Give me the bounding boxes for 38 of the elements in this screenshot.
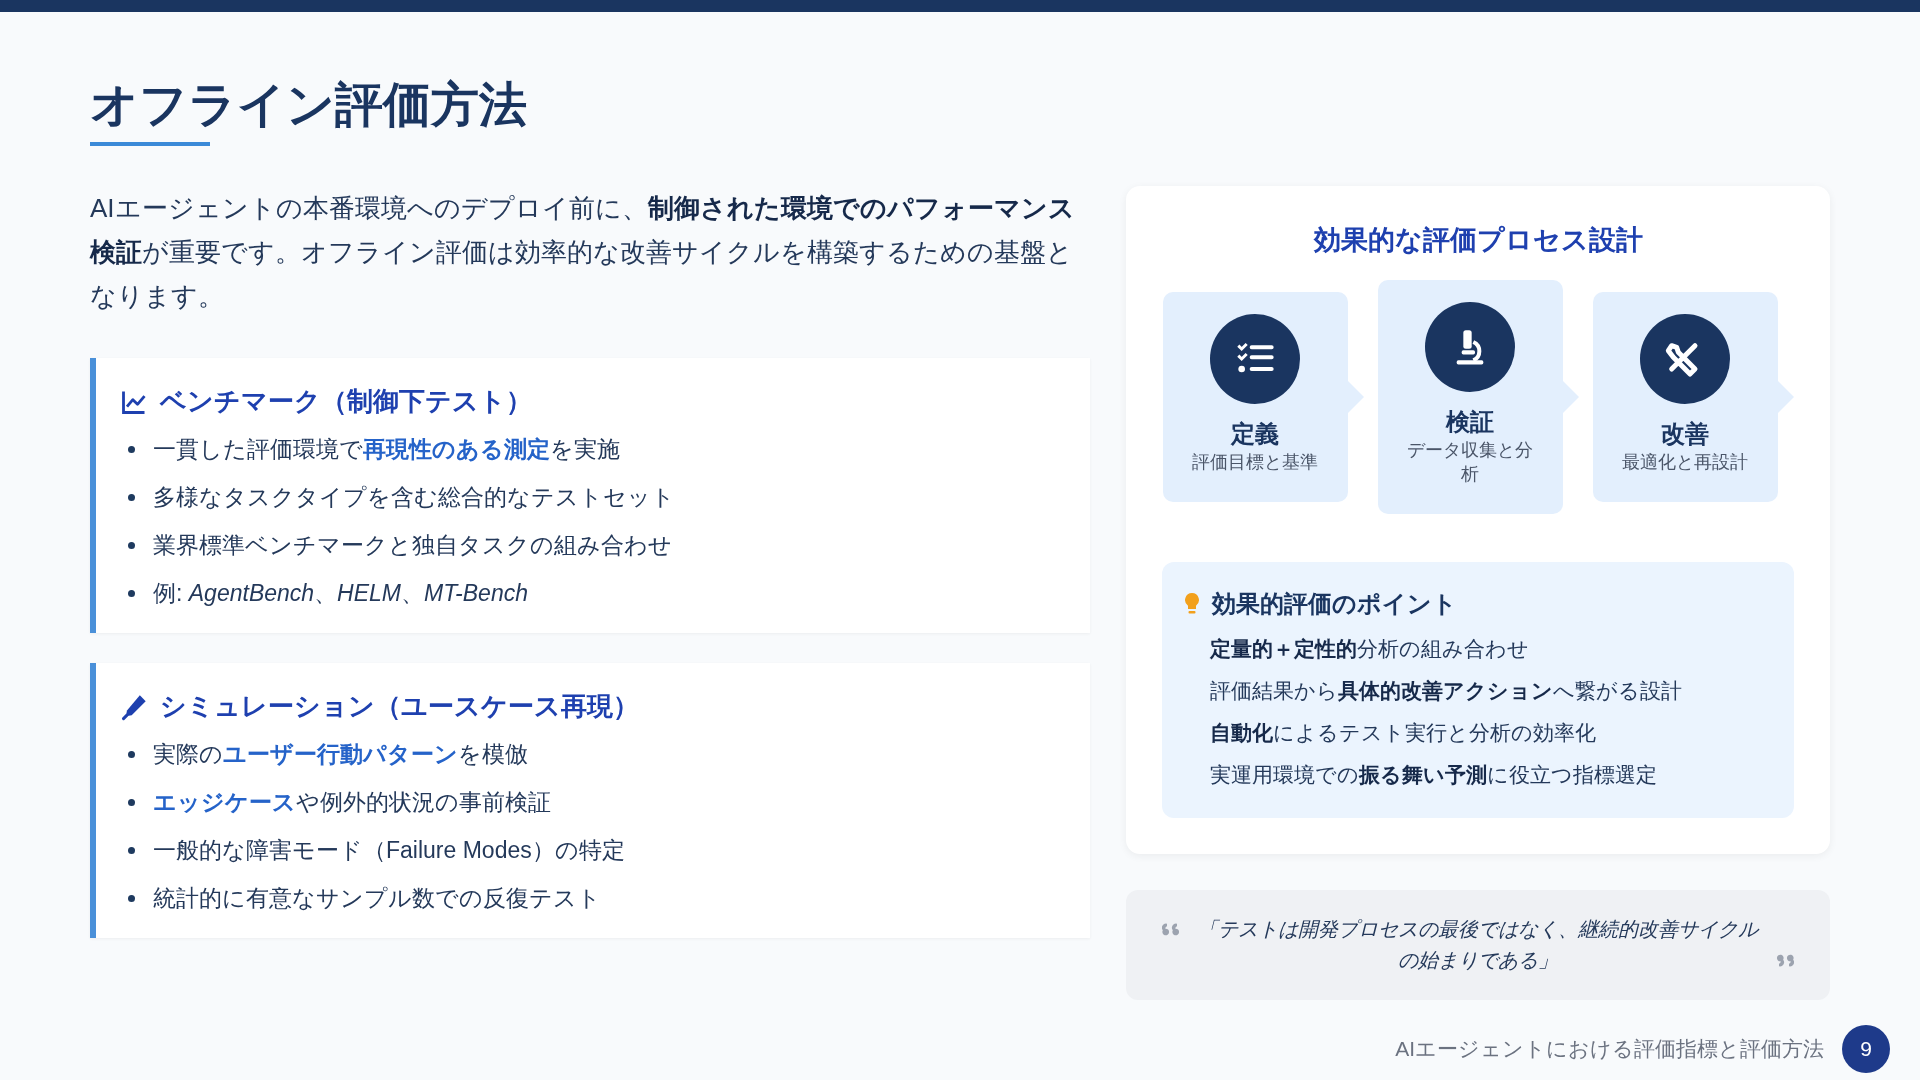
step-description: データ収集と分析 (1406, 439, 1534, 487)
lightbulb-icon (1184, 592, 1200, 617)
bullet-item: 一貫した評価環境で再現性のある測定を実施 (153, 435, 620, 465)
quote-open-icon (1162, 922, 1182, 938)
section-heading: ベンチマーク（制御下テスト） (160, 385, 532, 419)
bullet-dot (128, 445, 135, 453)
tip-item: 自動化によるテスト実行と分析の効率化 (1209, 720, 1597, 747)
step-label: 検証 (1446, 407, 1494, 438)
step-label: 定義 (1231, 419, 1279, 450)
tip-item: 評価結果から具体的改善アクションへ繋がる設計 (1209, 678, 1683, 705)
footer-text: AIエージェントにおける評価指標と評価方法 (1395, 1036, 1824, 1062)
bullet-item: 多様なタスクタイプを含む総合的なテストセット (153, 483, 675, 513)
tips-heading: 効果的評価のポイント (1212, 589, 1457, 620)
bullet-item: 業界標準ベンチマークと独自タスクの組み合わせ (153, 531, 672, 561)
bullet-dot (128, 750, 135, 758)
bullet-item: 統計的に有意なサンプル数での反復テスト (153, 884, 601, 914)
bullet-item: 一般的な障害モード（Failure Modes）の特定 (153, 836, 625, 866)
bullet-dot (128, 493, 135, 501)
tip-item: 定量的＋定性的分析の組み合わせ (1209, 636, 1530, 663)
bullet-item: エッジケースや例外的状況の事前検証 (153, 788, 551, 818)
quote-text: 「テストは開発プロセスの最後ではなく、継続的改善サイクルの始まりである」 (1197, 917, 1761, 974)
bullet-dot (128, 846, 135, 854)
step-label: 改善 (1661, 419, 1709, 450)
bullet-dot (128, 541, 135, 549)
step-description: 評価目標と基準 (1192, 451, 1318, 475)
bullet-item: 例: AgentBench、HELM、MT-Bench (153, 579, 528, 609)
slide-title: オフライン評価方法 (90, 77, 527, 133)
section-heading: シミュレーション（ユースケース再現） (160, 690, 639, 724)
bullet-item: 実際のユーザー行動パターンを模倣 (153, 740, 528, 770)
quote-close-icon (1774, 953, 1794, 969)
bullet-dot (128, 798, 135, 806)
page-number: 9 (1842, 1025, 1890, 1073)
panel-title: 効果的な評価プロセス設計 (1312, 224, 1644, 258)
step-description: 最適化と再設計 (1622, 451, 1748, 475)
bullet-dot (128, 894, 135, 902)
bullet-dot (128, 589, 135, 597)
intro-paragraph: AIエージェントの本番環境へのデプロイ前に、制御された環境でのパフォーマンス検証が重要です。オフライン評価は効率的な改善サイクルを構築するための基盤となります。 (90, 192, 1076, 314)
tip-item: 実運用環境での振る舞い予測に役立つ指標選定 (1209, 762, 1658, 789)
